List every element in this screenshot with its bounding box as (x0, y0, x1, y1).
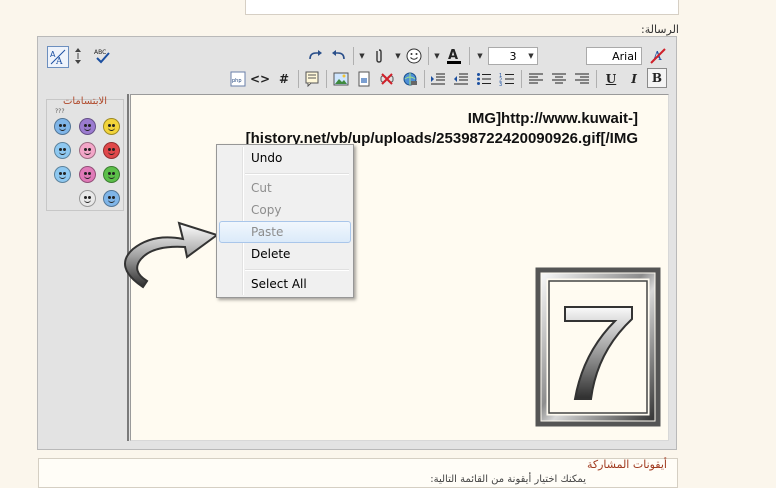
smiley-icon[interactable] (404, 46, 424, 66)
undo-icon[interactable] (329, 46, 349, 66)
smiley-eek-icon[interactable] (79, 190, 96, 207)
smilies-more-link[interactable]: ??? (55, 108, 65, 115)
menu-item-paste[interactable]: Paste (219, 221, 351, 243)
message-label: الرسالة: (640, 23, 679, 36)
smiley-tongue-icon[interactable] (79, 142, 96, 159)
attachment-dropdown-arrow[interactable]: ▼ (357, 47, 367, 65)
indent-icon[interactable] (428, 69, 448, 89)
insert-image-icon[interactable] (331, 69, 351, 89)
smiley-grin-icon[interactable] (103, 166, 120, 183)
remove-formatting-icon[interactable]: A (648, 46, 668, 66)
top-text-input[interactable] (245, 0, 679, 15)
outdent-icon[interactable] (451, 69, 471, 89)
font-name-dropdown-arrow[interactable]: ▼ (526, 47, 536, 65)
post-icons-title: أيقونات المشاركة (586, 458, 667, 471)
smiley-wink-icon[interactable] (54, 142, 71, 159)
menu-item-cut[interactable]: Cut (219, 177, 351, 199)
font-name-select[interactable]: Arial (586, 47, 642, 65)
code-button[interactable]: <> (250, 69, 270, 89)
smilies-title: الابتسامات (62, 96, 108, 107)
number-seven-tile-image (535, 267, 661, 427)
align-left-icon[interactable] (526, 69, 546, 89)
smiley-purple-icon[interactable] (79, 118, 96, 135)
unlink-icon[interactable] (377, 69, 397, 89)
menu-item-undo[interactable]: Undo (219, 147, 351, 169)
svg-text:3: 3 (499, 82, 502, 86)
smiley-smile-icon[interactable] (103, 118, 120, 135)
underline-button[interactable]: U (601, 69, 621, 89)
align-right-icon[interactable] (572, 69, 592, 89)
align-center-icon[interactable] (549, 69, 569, 89)
switch-editor-mode-button[interactable]: AA (47, 46, 69, 68)
php-code-icon[interactable]: php (228, 69, 248, 89)
bullet-list-icon[interactable] (474, 69, 494, 89)
quote-icon[interactable] (302, 69, 322, 89)
insert-file-icon[interactable] (354, 69, 374, 89)
message-text: IMG]http://www.kuwait-] [history.net/vb/… (245, 110, 638, 147)
attachment-icon[interactable] (369, 46, 389, 66)
rich-text-editor: AA ABC ▼ ▼ ▼ A ▼ 3 ▼ Arial A php <> # (37, 36, 677, 450)
italic-button[interactable]: I (624, 69, 644, 89)
menu-item-copy[interactable]: Copy (219, 199, 351, 221)
font-size-dropdown-arrow[interactable]: ▼ (475, 47, 485, 65)
smiley-wink2-icon[interactable] (54, 166, 71, 183)
smilies-panel: الابتسامات ??? (46, 96, 124, 211)
insert-link-icon[interactable] (400, 69, 420, 89)
svg-text:A: A (448, 48, 458, 63)
redo-icon[interactable] (305, 46, 325, 66)
curved-arrow-image (124, 221, 220, 289)
smiley-cool-icon[interactable] (103, 190, 120, 207)
svg-text:php: php (232, 78, 242, 84)
resize-editor-button[interactable] (72, 46, 84, 66)
svg-text:ABC: ABC (94, 49, 106, 56)
font-color-dropdown-arrow[interactable]: ▼ (432, 47, 442, 65)
hash-button[interactable]: # (274, 69, 294, 89)
smiley-confused-icon[interactable] (54, 118, 71, 135)
numbered-list-icon[interactable]: 123 (497, 69, 517, 89)
bold-button[interactable]: B (647, 68, 667, 88)
smiley-redface-icon[interactable] (79, 166, 96, 183)
font-color-icon[interactable]: A (444, 46, 464, 66)
spell-check-button[interactable]: ABC (92, 46, 112, 66)
post-icons-subtitle: يمكنك اختيار أيقونة من القائمة التالية: (430, 474, 586, 485)
menu-item-select-all[interactable]: Select All (219, 273, 351, 295)
menu-item-delete[interactable]: Delete (219, 243, 351, 265)
smiley-dropdown-arrow[interactable]: ▼ (393, 47, 403, 65)
context-menu: Undo Cut Copy Paste Delete Select All (216, 144, 354, 298)
smiley-angry-icon[interactable] (103, 142, 120, 159)
